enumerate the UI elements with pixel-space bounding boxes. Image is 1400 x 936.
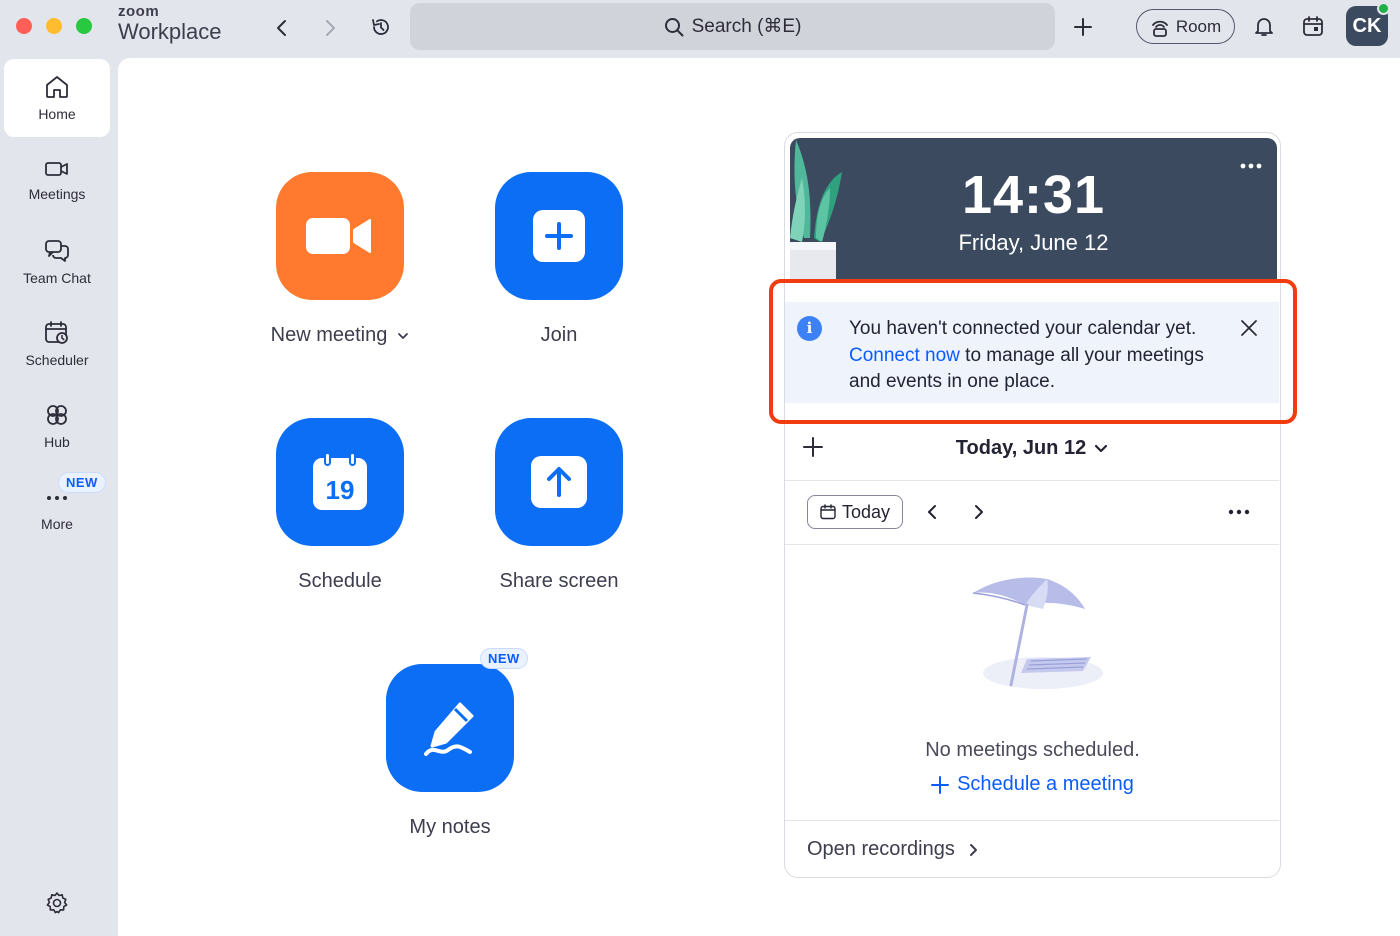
day-selector[interactable]: Today, Jun 12 (785, 437, 1279, 460)
clock-time: 14:31 (961, 165, 1106, 225)
my-notes-label: My notes (409, 816, 491, 838)
previous-day-icon[interactable] (922, 501, 942, 523)
scheduler-icon (45, 321, 68, 344)
sidebar-item-label: More (41, 516, 73, 532)
brand-workplace: Workplace (118, 19, 222, 44)
my-notes-button[interactable] (386, 664, 514, 792)
share-screen-action[interactable]: Share screen (449, 418, 669, 593)
join-action[interactable]: Join (449, 172, 669, 347)
new-badge: NEW (58, 472, 106, 493)
join-plus-icon (533, 210, 585, 262)
sidebar-item-home[interactable]: Home (4, 59, 110, 137)
calendar-button[interactable] (1298, 11, 1328, 41)
sidebar-item-label: Meetings (28, 186, 86, 202)
my-notes-action[interactable]: My notes (340, 664, 560, 839)
plus-icon (1074, 18, 1092, 36)
day-label: Today, Jun 12 (955, 437, 1087, 459)
schedule-label: Schedule (298, 570, 382, 592)
video-camera-icon (306, 218, 371, 254)
pencil-icon (424, 702, 474, 756)
schedule-button[interactable]: 19 (276, 418, 404, 546)
open-recordings-row[interactable]: Open recordings (785, 820, 1279, 877)
zoom-window-button[interactable] (76, 18, 92, 34)
sidebar: Home Meetings Team Chat Scheduler Hub Mo… (0, 56, 118, 936)
chevron-right-icon (326, 20, 335, 36)
calendar-nav-row: Today (785, 481, 1279, 545)
new-meeting-label: New meeting (270, 324, 388, 346)
sidebar-item-meetings[interactable]: Meetings (4, 141, 110, 219)
search-bar[interactable]: Search (⌘E) (410, 3, 1055, 50)
calendar-connect-notice: i You haven't connected your calendar ye… (785, 302, 1279, 403)
clock-date: Friday, June 12 (958, 230, 1109, 255)
video-icon (45, 162, 68, 176)
today-button[interactable]: Today (807, 495, 903, 529)
presence-status-dot (1377, 2, 1390, 15)
sidebar-item-label: Home (38, 106, 76, 122)
back-button[interactable] (268, 14, 296, 42)
close-icon[interactable] (1239, 318, 1259, 338)
gear-icon (46, 892, 68, 914)
sidebar-item-label: Team Chat (23, 270, 91, 286)
calendar-day-icon: 19 (313, 452, 367, 510)
room-icon (1151, 20, 1168, 37)
calendar-icon (1303, 16, 1323, 36)
minimize-window-button[interactable] (46, 18, 62, 34)
forward-button[interactable] (316, 14, 344, 42)
chevron-right-icon (969, 843, 977, 856)
calendar-card: 14:31 Friday, June 12 i You haven't conn… (784, 132, 1281, 878)
share-screen-button[interactable] (495, 418, 623, 546)
sidebar-item-hub[interactable]: Hub (4, 387, 110, 465)
day-header: Today, Jun 12 (785, 419, 1279, 481)
avatar-initials: CK (1352, 14, 1382, 37)
clock-hero: 14:31 Friday, June 12 (790, 138, 1277, 280)
chat-icon (45, 240, 69, 262)
empty-state-text: No meetings scheduled. (925, 739, 1140, 761)
home-icon (46, 76, 68, 98)
settings-button[interactable] (42, 888, 72, 918)
sidebar-item-label: Scheduler (25, 352, 89, 368)
chevron-left-icon (277, 20, 286, 36)
chevron-down-icon (1095, 444, 1108, 453)
notifications-button[interactable] (1249, 11, 1279, 41)
info-icon: i (797, 316, 822, 341)
join-button[interactable] (495, 172, 623, 300)
beach-umbrella-illustration (972, 577, 1103, 689)
join-label: Join (540, 324, 578, 346)
close-window-button[interactable] (16, 18, 32, 34)
room-label: Room (1175, 16, 1222, 36)
schedule-meeting-link[interactable]: Schedule a meeting (785, 773, 1280, 796)
open-recordings-label: Open recordings (807, 838, 955, 860)
new-meeting-action[interactable]: New meeting (230, 172, 450, 347)
schedule-action[interactable]: 19 Schedule (230, 418, 450, 593)
search-icon (664, 17, 684, 36)
notice-text-before: You haven't connected your calendar yet. (849, 318, 1197, 339)
sidebar-item-label: Hub (44, 434, 70, 450)
new-action-button[interactable] (1068, 12, 1098, 42)
new-meeting-button[interactable] (276, 172, 404, 300)
plus-icon (931, 775, 950, 794)
home-panel: New meeting Join 19 Schedule Share scree… (118, 58, 1400, 936)
calendar-small-icon (820, 504, 836, 520)
sidebar-item-team-chat[interactable]: Team Chat (4, 223, 110, 301)
room-button[interactable]: Room (1136, 9, 1235, 44)
history-button[interactable] (366, 12, 396, 42)
share-screen-label: Share screen (499, 570, 619, 592)
more-horizontal-icon[interactable] (1227, 505, 1251, 519)
next-day-icon[interactable] (969, 501, 989, 523)
today-label: Today (841, 501, 891, 522)
connect-now-link[interactable]: Connect now (849, 345, 960, 366)
app-logo: zoom Workplace (118, 4, 222, 43)
sidebar-item-scheduler[interactable]: Scheduler (4, 305, 110, 383)
share-arrow-icon (531, 456, 587, 508)
schedule-meeting-label: Schedule a meeting (957, 773, 1134, 795)
brand-zoom: zoom (118, 3, 160, 20)
search-label: Search (⌘E) (691, 16, 802, 37)
title-bar: zoom Workplace Search (⌘E) Room CK (0, 0, 1400, 56)
schedule-day-number: 19 (326, 475, 355, 505)
hub-icon (47, 405, 67, 425)
my-notes-new-badge: NEW (480, 648, 528, 669)
chevron-down-icon[interactable] (397, 332, 409, 340)
bell-icon (1255, 18, 1273, 36)
history-icon (372, 19, 389, 35)
